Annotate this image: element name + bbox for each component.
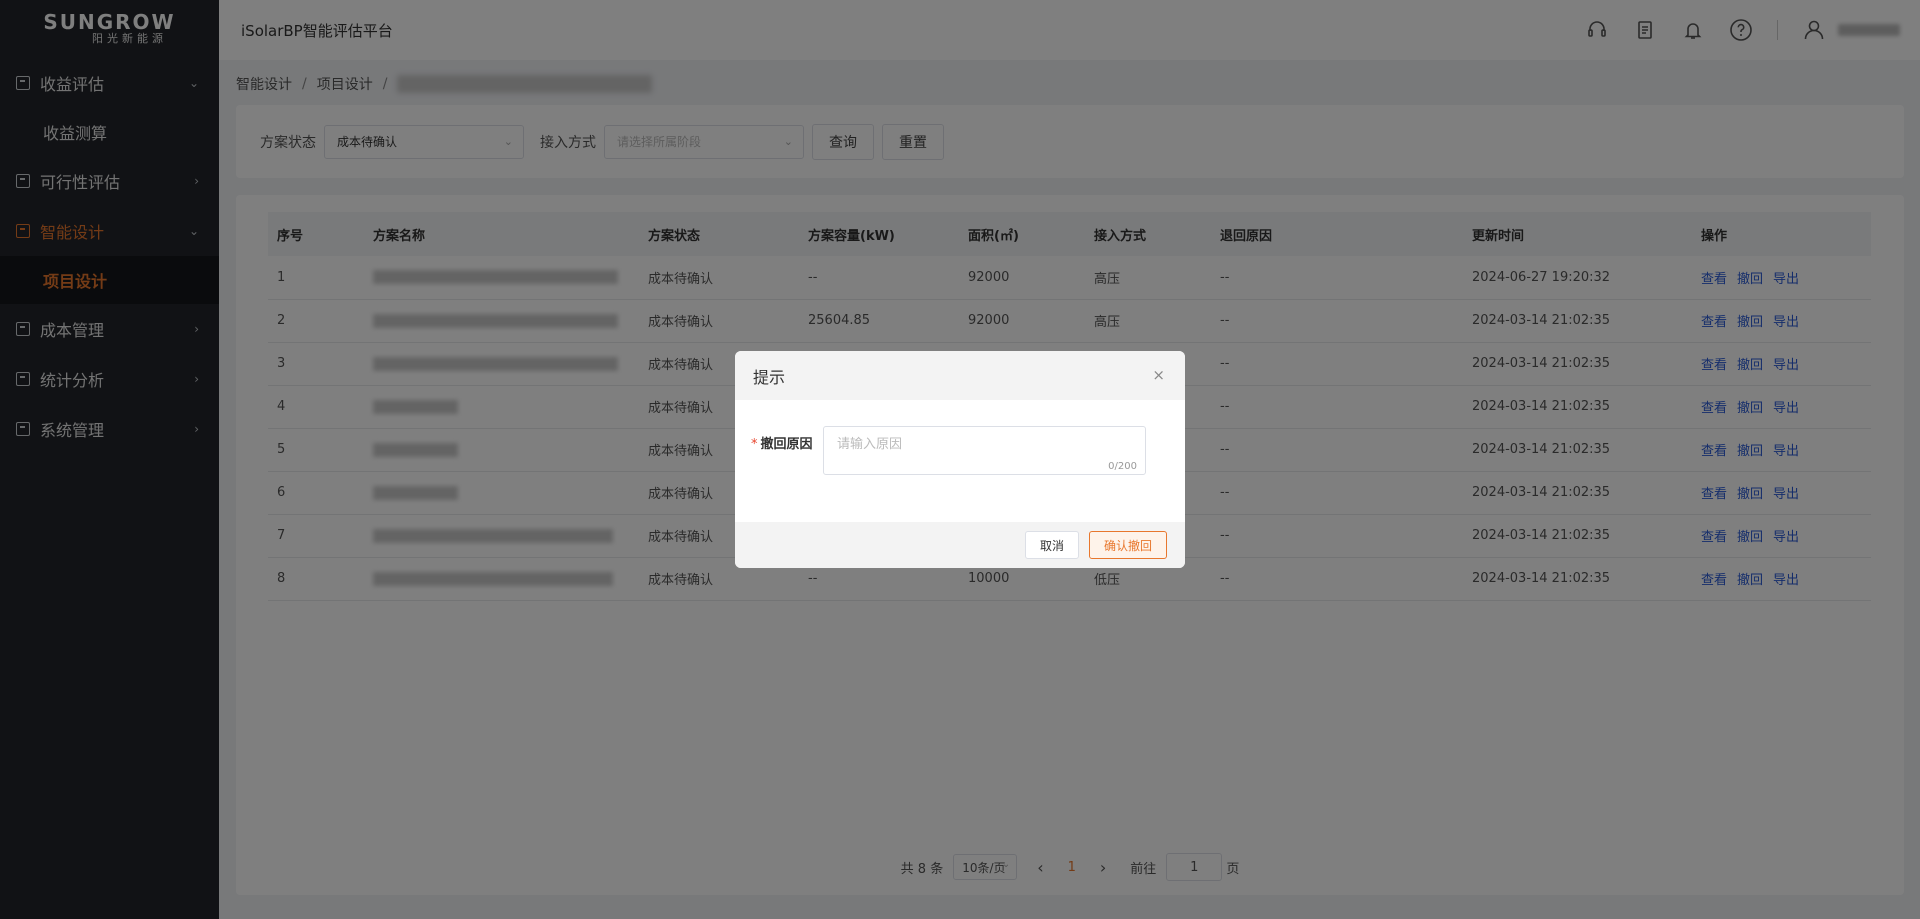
cancel-button[interactable]: 取消 [1024, 531, 1079, 559]
required-mark: * [751, 437, 758, 452]
withdraw-dialog: 提示 × * 撤回原因 请输入原因 0/200 取消 确认撤回 [735, 351, 1185, 568]
withdraw-reason-placeholder: 请输入原因 [837, 437, 903, 452]
dialog-body: * 撤回原因 请输入原因 0/200 [735, 400, 1185, 522]
dialog-footer: 取消 确认撤回 [735, 522, 1185, 568]
confirm-withdraw-button[interactable]: 确认撤回 [1088, 531, 1167, 559]
close-icon[interactable]: × [1152, 366, 1165, 384]
dialog-title: 提示 [753, 367, 786, 387]
char-count: 0/200 [1108, 461, 1137, 472]
withdraw-reason-textarea[interactable]: 请输入原因 0/200 [823, 426, 1146, 475]
dialog-header: 提示 × [735, 351, 1185, 400]
withdraw-reason-label-text: 撤回原因 [760, 437, 813, 452]
withdraw-reason-label: * 撤回原因 [751, 433, 813, 452]
